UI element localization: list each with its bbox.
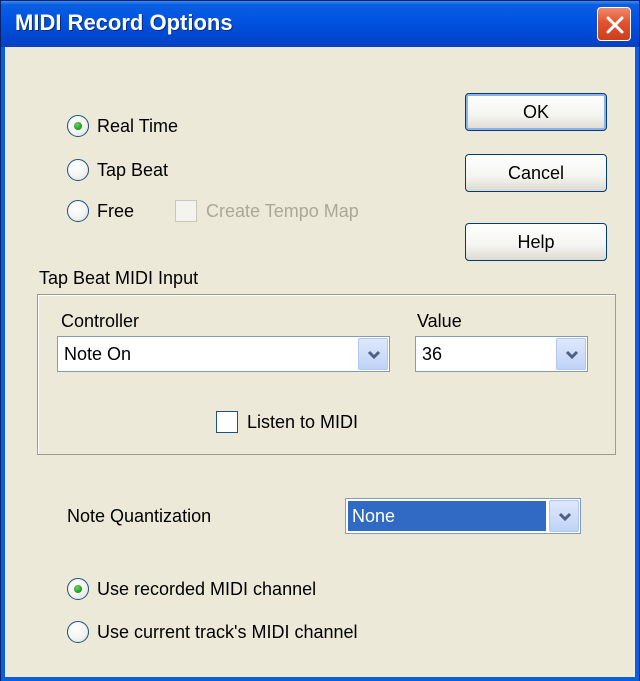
- chevron-down-icon: [558, 512, 572, 522]
- radio-label: Tap Beat: [97, 160, 169, 180]
- value-label: Value: [417, 311, 462, 331]
- help-button[interactable]: Help: [465, 223, 607, 261]
- controller-select[interactable]: Note On: [57, 336, 390, 372]
- checkbox-label: Create Tempo Map: [206, 201, 359, 221]
- close-button[interactable]: [597, 7, 631, 41]
- group-label-tap-beat: Tap Beat MIDI Input: [39, 268, 199, 288]
- cancel-button[interactable]: Cancel: [465, 154, 607, 192]
- ok-button[interactable]: OK: [465, 93, 607, 131]
- title-bar[interactable]: MIDI Record Options: [1, 1, 639, 47]
- window-border-right: [635, 47, 639, 680]
- controller-dropdown-button[interactable]: [358, 338, 388, 370]
- close-icon: [606, 16, 624, 34]
- radio-label: Real Time: [97, 116, 179, 136]
- note-quantization-label: Note Quantization: [67, 506, 212, 526]
- radio-button[interactable]: [67, 621, 89, 643]
- note-quantization-value: None: [352, 506, 396, 526]
- checkbox[interactable]: [175, 200, 197, 222]
- selection-highlight: None: [348, 501, 546, 531]
- radio-label: Use recorded MIDI channel: [97, 579, 317, 599]
- value-value: 36: [422, 344, 443, 364]
- note-quantization-select[interactable]: None: [345, 498, 581, 534]
- radio-label: Free: [97, 201, 135, 221]
- midi-record-options-dialog: MIDI Record Options Real Time Tap Beat F…: [0, 0, 640, 681]
- radio-button[interactable]: [67, 200, 89, 222]
- radio-button[interactable]: [67, 159, 89, 181]
- chevron-down-icon: [367, 350, 381, 360]
- window-border-left: [1, 47, 5, 680]
- radio-button[interactable]: [67, 578, 89, 600]
- controller-label: Controller: [61, 311, 140, 331]
- checkbox[interactable]: [216, 411, 238, 433]
- checkbox-label: Listen to MIDI: [247, 412, 359, 432]
- value-select[interactable]: 36: [415, 336, 588, 372]
- window-border-bottom: [1, 677, 639, 681]
- radio-label: Use current track's MIDI channel: [97, 622, 358, 642]
- radio-button[interactable]: [67, 115, 89, 137]
- chevron-down-icon: [565, 350, 579, 360]
- window-title: MIDI Record Options: [15, 10, 233, 35]
- value-dropdown-button[interactable]: [556, 338, 586, 370]
- note-quantization-dropdown-button[interactable]: [549, 500, 579, 532]
- radio-selected-dot: [74, 585, 82, 593]
- controller-value: Note On: [64, 344, 132, 364]
- radio-selected-dot: [74, 122, 82, 130]
